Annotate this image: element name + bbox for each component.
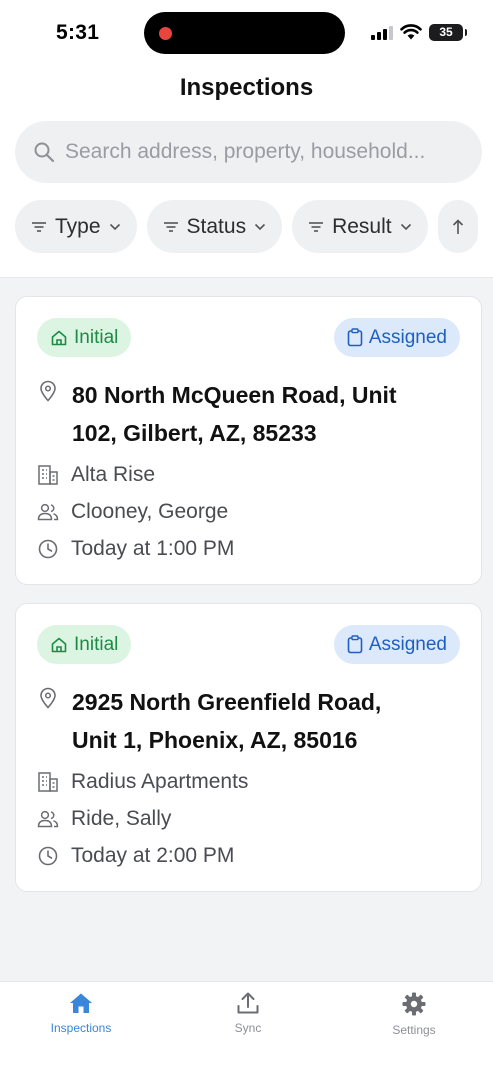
tab-inspections-label: Inspections (50, 1021, 112, 1035)
recording-indicator-icon (159, 27, 172, 40)
status-icons: 35 (371, 21, 467, 43)
sort-button[interactable] (437, 200, 478, 253)
battery-icon: 35 (429, 23, 467, 41)
filter-lines-icon (309, 221, 324, 232)
status-badge-label: Assigned (368, 326, 447, 348)
filter-type-label: Type (55, 214, 101, 238)
household-row: Clooney, George (37, 500, 228, 524)
page-title: Inspections (179, 74, 314, 101)
status-badge: Assigned (333, 625, 460, 664)
clipboard-icon (347, 328, 363, 347)
gear-icon (402, 992, 426, 1016)
household-row: Ride, Sally (37, 807, 171, 831)
chevron-down-icon (109, 223, 120, 230)
filter-bar: Type Status Result (15, 200, 493, 253)
address-line-1: 2925 North Greenfield Road, (72, 689, 382, 715)
dynamic-island (144, 12, 345, 54)
household-name: Clooney, George (71, 500, 229, 523)
status-bar: 5:31 35 (0, 0, 493, 64)
upload-icon (237, 992, 259, 1014)
time-row: Today at 1:00 PM (37, 537, 234, 561)
clock-icon (38, 539, 58, 559)
tab-bar: Inspections Sync Settings (0, 981, 493, 1076)
cellular-signal-icon (371, 25, 393, 40)
location-pin-icon (40, 687, 56, 709)
property-row: Alta Rise (37, 463, 155, 487)
filter-lines-icon (32, 221, 46, 232)
property-row: Radius Apartments (37, 770, 248, 794)
property-name: Radius Apartments (71, 770, 249, 793)
building-icon (38, 465, 58, 485)
inspection-card[interactable]: Initial Assigned 80 North McQueen Road, … (15, 296, 482, 585)
property-name: Alta Rise (71, 463, 156, 486)
inspection-address: 2925 North Greenfield Road, Unit 1, Phoe… (72, 683, 467, 759)
chevron-down-icon (400, 223, 411, 230)
tab-inspections[interactable]: Inspections (21, 992, 141, 1035)
users-icon (37, 503, 59, 521)
house-icon (51, 330, 67, 345)
wifi-icon (400, 24, 422, 40)
time-row: Today at 2:00 PM (37, 844, 234, 868)
inspection-card[interactable]: Initial Assigned 2925 North Greenfield R… (15, 603, 482, 892)
inspection-address: 80 North McQueen Road, Unit 102, Gilbert… (72, 376, 467, 452)
search-placeholder: Search address, property, household... (65, 140, 426, 163)
clock-icon (38, 846, 58, 866)
inspection-time: Today at 1:00 PM (71, 537, 235, 560)
type-badge: Initial (37, 318, 132, 357)
home-icon (70, 993, 92, 1013)
type-badge-label: Initial (74, 633, 119, 655)
status-time: 5:31 (56, 21, 100, 44)
filter-result-button[interactable]: Result (292, 200, 428, 253)
search-input[interactable]: Search address, property, household... (15, 121, 482, 183)
house-icon (51, 637, 67, 652)
tab-settings-label: Settings (392, 1023, 436, 1037)
users-icon (37, 810, 59, 828)
filter-status-label: Status (186, 214, 247, 238)
filter-result-label: Result (332, 214, 392, 238)
tab-sync-label: Sync (234, 1021, 262, 1035)
sort-arrow-icon (452, 218, 463, 234)
address-line-2: Unit 1, Phoenix, AZ, 85016 (72, 727, 358, 753)
filter-status-button[interactable]: Status (146, 200, 283, 253)
status-badge: Assigned (333, 318, 460, 357)
address-line-1: 80 North McQueen Road, Unit (72, 382, 397, 408)
tab-sync[interactable]: Sync (188, 992, 308, 1035)
search-icon (34, 142, 55, 163)
filter-lines-icon (163, 221, 178, 232)
building-icon (38, 772, 58, 792)
type-badge: Initial (37, 625, 132, 664)
status-badge-label: Assigned (368, 633, 447, 655)
household-name: Ride, Sally (71, 807, 172, 830)
clipboard-icon (347, 635, 363, 654)
type-badge-label: Initial (74, 326, 119, 348)
inspection-time: Today at 2:00 PM (71, 844, 235, 867)
header-area: 5:31 35 Inspections Search address, prop… (0, 0, 493, 278)
filter-type-button[interactable]: Type (15, 200, 137, 253)
chevron-down-icon (255, 223, 266, 230)
address-line-2: 102, Gilbert, AZ, 85233 (72, 420, 317, 446)
location-pin-icon (40, 380, 56, 402)
tab-settings[interactable]: Settings (354, 992, 474, 1037)
